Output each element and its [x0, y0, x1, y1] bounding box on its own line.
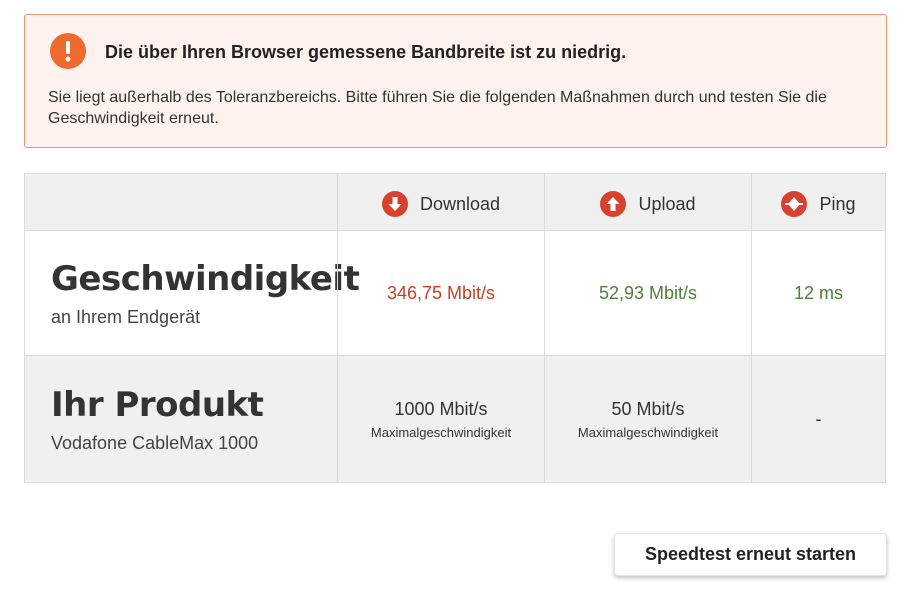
product-download-cell: 1000 Mbit/s Maximalgeschwindigkeit — [337, 356, 544, 482]
product-download-value: 1000 Mbit/s — [394, 398, 488, 419]
table-header-row: Download Upload Ping — [25, 174, 885, 230]
low-bandwidth-alert: Die über Ihren Browser gemessene Bandbre… — [24, 14, 887, 148]
alert-message: Sie liegt außerhalb des Toleranzbereichs… — [48, 89, 827, 127]
product-ping-cell: - — [751, 356, 885, 482]
warning-info-icon — [50, 33, 86, 69]
measured-ping-value: 12 ms — [793, 282, 844, 303]
header-ping: Ping — [751, 174, 885, 230]
speedtest-result-page: Die über Ihren Browser gemessene Bandbre… — [0, 0, 915, 607]
measured-download-value: 346,75 Mbit/s — [386, 282, 496, 303]
header-empty-cell — [25, 174, 337, 230]
speed-row-subtitle: an Ihrem Endgerät — [51, 306, 201, 327]
restart-speedtest-button[interactable]: Speedtest erneut starten — [614, 533, 887, 576]
ping-icon — [781, 191, 808, 217]
product-download-note: Maximalgeschwindigkeit — [370, 424, 512, 440]
measured-ping-cell: 12 ms — [751, 231, 885, 355]
measured-upload-value: 52,93 Mbit/s — [598, 282, 698, 303]
alert-title: Die über Ihren Browser gemessene Bandbre… — [105, 42, 627, 62]
product-row-label: Ihr Produkt Vodafone CableMax 1000 — [25, 356, 337, 482]
product-ping-value: - — [815, 408, 822, 429]
table-row: Ihr Produkt Vodafone CableMax 1000 1000 … — [25, 356, 885, 482]
measured-download-cell: 346,75 Mbit/s — [337, 231, 544, 355]
speed-row-title: Geschwindigkeit — [51, 258, 360, 299]
download-arrow-icon — [381, 191, 408, 217]
measured-upload-cell: 52,93 Mbit/s — [544, 231, 751, 355]
ping-label: Ping — [819, 193, 856, 214]
product-row-title: Ihr Produkt — [51, 384, 264, 425]
speed-row-label: Geschwindigkeit an Ihrem Endgerät — [25, 231, 360, 355]
product-upload-note: Maximalgeschwindigkeit — [577, 424, 719, 440]
product-upload-value: 50 Mbit/s — [611, 398, 685, 419]
upload-arrow-icon — [600, 191, 627, 217]
table-row: Geschwindigkeit an Ihrem Endgerät 346,75… — [25, 230, 885, 356]
speed-results-table: Download Upload Ping Geschwindigkeit an … — [24, 173, 886, 483]
header-download: Download — [337, 174, 544, 230]
product-name: Vodafone CableMax 1000 — [51, 432, 259, 453]
product-upload-cell: 50 Mbit/s Maximalgeschwindigkeit — [544, 356, 751, 482]
upload-label: Upload — [638, 193, 696, 214]
header-upload: Upload — [544, 174, 751, 230]
download-label: Download — [419, 193, 501, 214]
